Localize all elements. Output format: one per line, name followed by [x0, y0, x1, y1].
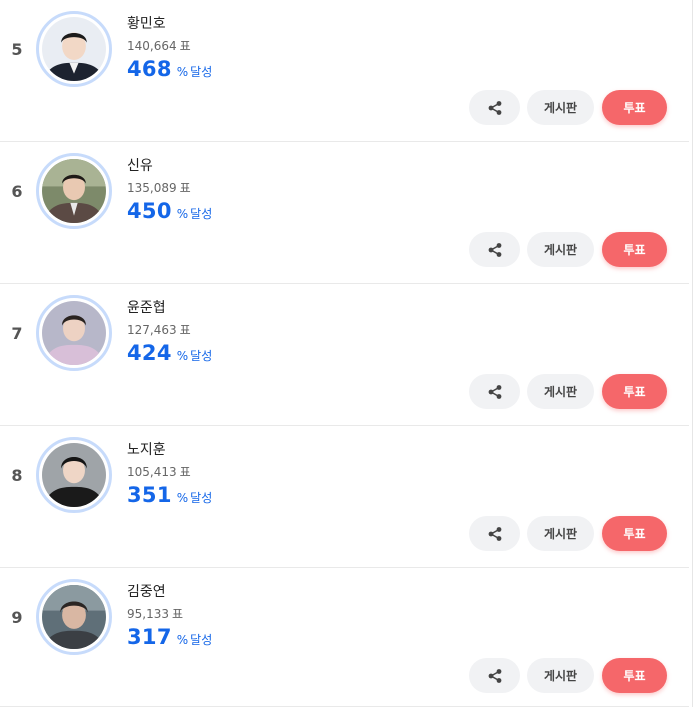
vote-count: 135,089 표 — [127, 179, 191, 196]
avatar[interactable] — [36, 11, 112, 87]
vote-count-unit: 표 — [179, 181, 191, 195]
vote-count-unit: 표 — [172, 607, 184, 621]
vote-button[interactable]: 투표 — [602, 658, 667, 693]
vote-count: 140,664 표 — [127, 37, 191, 54]
achievement-label: 달성 — [190, 207, 213, 221]
vote-count: 127,463 표 — [127, 321, 191, 338]
vote-count: 95,133 표 — [127, 605, 183, 622]
candidate-name: 신유 — [127, 158, 153, 174]
avatar[interactable] — [36, 579, 112, 655]
ranking-row: 9 김중연 95,133 표 317% 달성 게시판 투표 — [0, 568, 689, 707]
vote-count-value: 127,463 — [127, 323, 177, 337]
profile-photo — [42, 159, 106, 223]
rank-number: 5 — [11, 40, 23, 59]
share-button[interactable] — [469, 374, 520, 409]
achievement-rate: 317% 달성 — [127, 625, 212, 649]
rank-number: 9 — [11, 608, 23, 627]
achievement-rate: 351% 달성 — [127, 483, 212, 507]
share-icon — [488, 526, 501, 541]
share-button[interactable] — [469, 516, 520, 551]
percent-sign: % — [176, 349, 189, 363]
candidate-name: 황민호 — [127, 16, 166, 32]
share-button[interactable] — [469, 658, 520, 693]
vote-count-value: 105,413 — [127, 465, 177, 479]
share-button[interactable] — [469, 232, 520, 267]
vote-count-value: 135,089 — [127, 181, 177, 195]
rank-number: 8 — [11, 466, 23, 485]
achievement-percent: 351 — [127, 483, 172, 507]
vote-count-unit: 표 — [179, 39, 191, 53]
achievement-rate: 468% 달성 — [127, 57, 212, 81]
achievement-rate: 450% 달성 — [127, 199, 212, 223]
share-icon — [488, 668, 501, 683]
share-icon — [488, 242, 501, 257]
achievement-percent: 468 — [127, 57, 172, 81]
board-button[interactable]: 게시판 — [527, 374, 594, 409]
ranking-row: 6 신유 135,089 표 450% 달성 게시판 투표 — [0, 142, 689, 284]
board-button[interactable]: 게시판 — [527, 90, 594, 125]
ranking-row: 8 노지훈 105,413 표 351% 달성 게시판 투표 — [0, 426, 689, 568]
share-button[interactable] — [469, 90, 520, 125]
avatar[interactable] — [36, 295, 112, 371]
percent-sign: % — [176, 207, 189, 221]
vote-button[interactable]: 투표 — [602, 374, 667, 409]
vote-count: 105,413 표 — [127, 463, 191, 480]
vote-count-unit: 표 — [179, 323, 191, 337]
rank-number: 6 — [11, 182, 23, 201]
achievement-label: 달성 — [190, 491, 213, 505]
vote-button[interactable]: 투표 — [602, 90, 667, 125]
achievement-percent: 450 — [127, 199, 172, 223]
percent-sign: % — [176, 633, 189, 647]
board-button[interactable]: 게시판 — [527, 658, 594, 693]
share-icon — [488, 384, 501, 399]
achievement-percent: 424 — [127, 341, 172, 365]
avatar[interactable] — [36, 437, 112, 513]
avatar[interactable] — [36, 153, 112, 229]
vote-button[interactable]: 투표 — [602, 516, 667, 551]
candidate-name: 노지훈 — [127, 442, 166, 458]
achievement-rate: 424% 달성 — [127, 341, 212, 365]
vote-count-value: 140,664 — [127, 39, 177, 53]
ranking-row: 7 윤준협 127,463 표 424% 달성 게시판 투표 — [0, 284, 689, 426]
share-icon — [488, 100, 501, 115]
profile-photo — [42, 585, 106, 649]
percent-sign: % — [176, 65, 189, 79]
vote-count-value: 95,133 — [127, 607, 169, 621]
candidate-name: 김중연 — [127, 584, 166, 600]
board-button[interactable]: 게시판 — [527, 516, 594, 551]
candidate-name: 윤준협 — [127, 300, 166, 316]
ranking-list: 5 황민호 140,664 표 468% 달성 게시판 투표 6 신유 135,08… — [0, 0, 693, 707]
ranking-row: 5 황민호 140,664 표 468% 달성 게시판 투표 — [0, 0, 689, 142]
vote-count-unit: 표 — [179, 465, 191, 479]
achievement-label: 달성 — [190, 65, 213, 79]
profile-photo — [42, 443, 106, 507]
percent-sign: % — [176, 491, 189, 505]
rank-number: 7 — [11, 324, 23, 343]
board-button[interactable]: 게시판 — [527, 232, 594, 267]
vote-button[interactable]: 투표 — [602, 232, 667, 267]
achievement-label: 달성 — [190, 633, 213, 647]
profile-photo — [42, 17, 106, 81]
achievement-percent: 317 — [127, 625, 172, 649]
profile-photo — [42, 301, 106, 365]
achievement-label: 달성 — [190, 349, 213, 363]
